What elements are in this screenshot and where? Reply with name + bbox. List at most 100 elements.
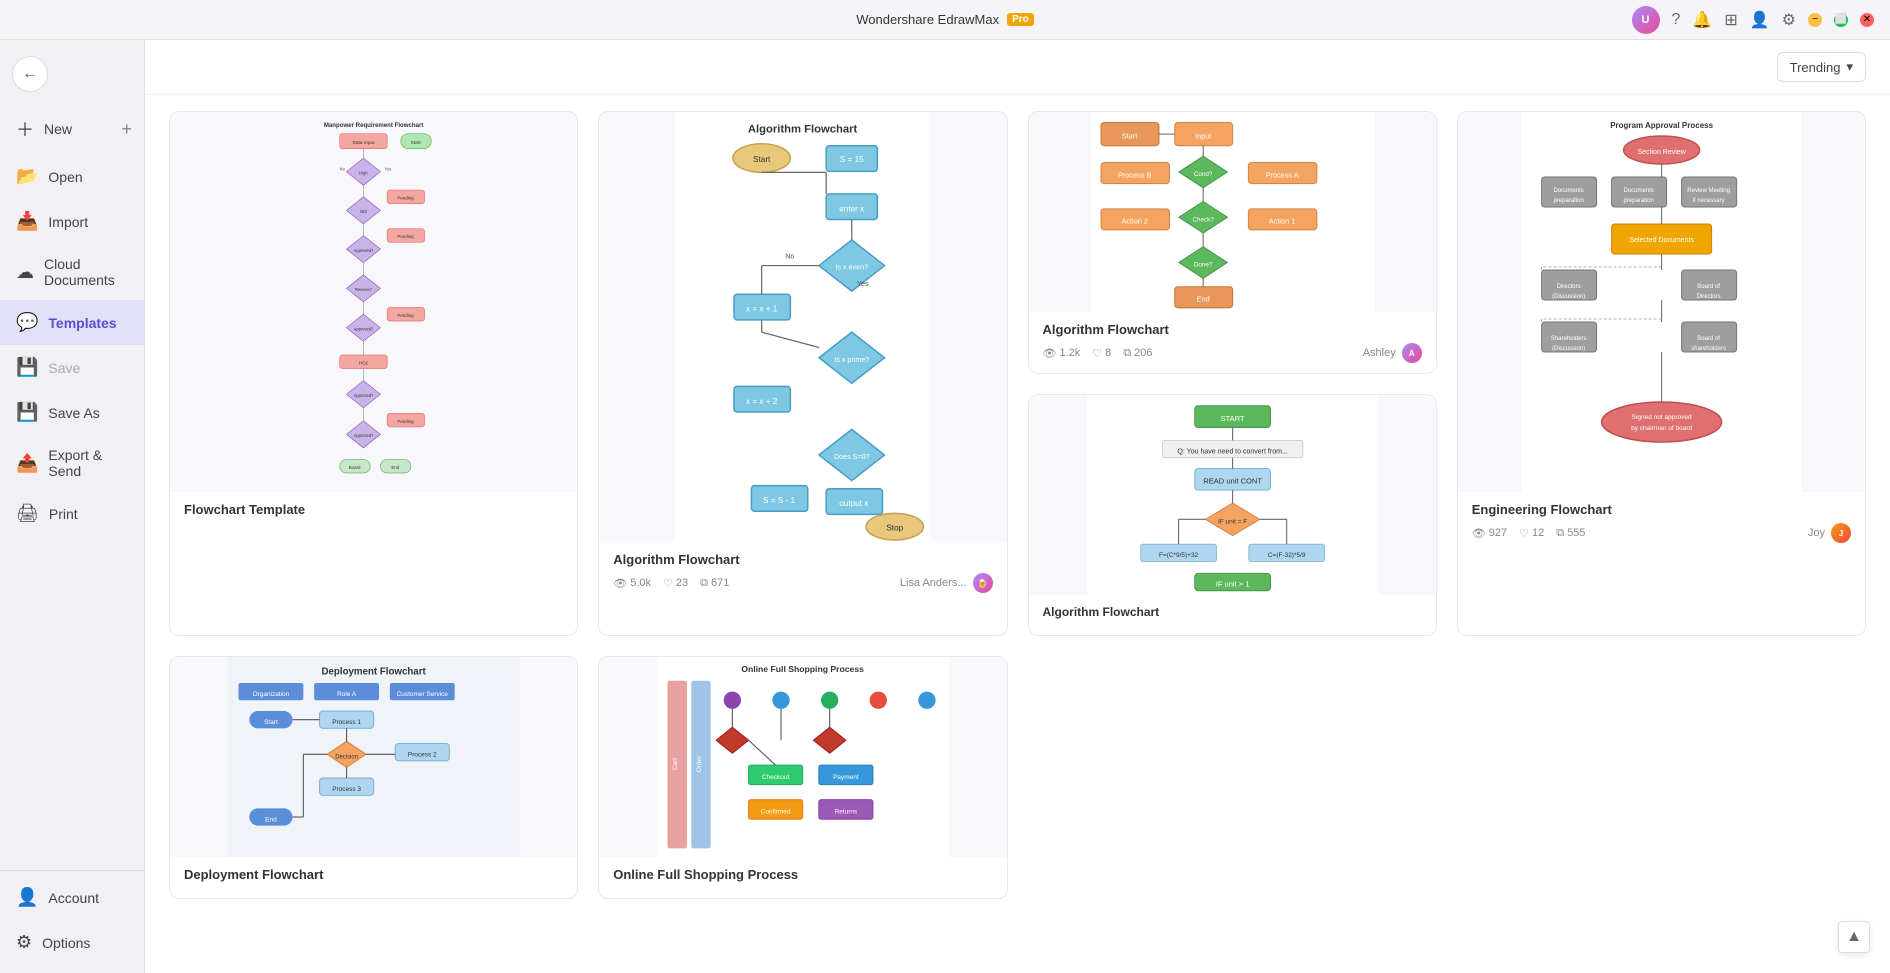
template-card-engineering[interactable]: Program Approval Process Section Review … <box>1457 111 1866 636</box>
svg-text:Process A: Process A <box>1265 170 1298 179</box>
template-card-img-engineering: Program Approval Process Section Review … <box>1458 112 1865 492</box>
sidebar-item-saveas[interactable]: 💾 Save As <box>0 390 144 435</box>
app-title: Wondershare EdrawMax Pro <box>856 12 1034 27</box>
close-button[interactable]: ✕ <box>1860 13 1874 27</box>
sidebar-item-export[interactable]: 📤 Export & Send <box>0 435 144 491</box>
back-button[interactable]: ← <box>12 56 48 92</box>
share-icon[interactable]: 👤 <box>1750 10 1770 30</box>
views-value-2: 1.2k <box>1059 347 1080 359</box>
author-name-3: Joy <box>1808 527 1825 539</box>
template-card-title-shopping: Online Full Shopping Process <box>613 867 992 882</box>
template-card-algo2[interactable]: Start Input Cond? Process A Process B Ch… <box>1028 111 1437 374</box>
svg-text:Approved?: Approved? <box>354 248 374 253</box>
sidebar-item-new[interactable]: ＋ New + <box>0 104 144 154</box>
template-card-img-deployment: Deployment Flowchart Organization Role A… <box>170 657 577 857</box>
svg-text:No: No <box>340 166 346 171</box>
svg-text:Board of: Board of <box>1697 284 1720 290</box>
minimize-button[interactable]: − <box>1808 13 1822 27</box>
template-card-info-deployment: Deployment Flowchart <box>170 857 577 898</box>
svg-text:Pending: Pending <box>397 196 414 201</box>
svg-text:Q: You have need to convert fr: Q: You have need to convert from... <box>1177 448 1287 455</box>
svg-text:Mid: Mid <box>360 209 367 214</box>
views-value-3: 927 <box>1489 527 1507 539</box>
svg-text:START: START <box>1220 414 1244 423</box>
author-avatar-2: A <box>1402 343 1422 363</box>
svg-text:Confirmed: Confirmed <box>761 809 791 816</box>
copies-meta-2: ⧉ 206 <box>1123 347 1152 360</box>
cloud-icon: ☁ <box>16 262 34 283</box>
template-card-deployment[interactable]: Deployment Flowchart Organization Role A… <box>169 656 578 899</box>
author-name: Lisa Anders... <box>900 577 967 589</box>
likes-value-2: 8 <box>1105 347 1111 359</box>
eye-icon: 👁 <box>613 577 627 590</box>
template-card-algorithm[interactable]: Algorithm Flowchart Start S = 15 enter x… <box>598 111 1007 636</box>
svg-text:Directors: Directors <box>1556 284 1580 290</box>
template-grid: Manpower Requirement Flowchart Data Inpu… <box>145 95 1890 973</box>
svg-text:Start: Start <box>264 719 278 726</box>
svg-text:READ unit CONT: READ unit CONT <box>1203 477 1262 486</box>
sidebar-item-account-label: Account <box>48 890 99 906</box>
svg-text:enter x: enter x <box>840 204 865 213</box>
svg-text:Checkout: Checkout <box>762 774 790 781</box>
sort-dropdown[interactable]: Trending ▾ <box>1777 52 1866 82</box>
svg-text:S = S - 1: S = S - 1 <box>763 496 796 505</box>
svg-text:x = x + 2: x = x + 2 <box>746 397 778 406</box>
content-toolbar: Trending ▾ <box>145 40 1890 95</box>
saveas-icon: 💾 <box>16 402 38 423</box>
svg-text:Yes: Yes <box>857 280 869 288</box>
svg-text:Approved?: Approved? <box>354 433 374 438</box>
sidebar-item-saveas-label: Save As <box>48 405 99 421</box>
svg-text:IF unit = F: IF unit = F <box>1217 519 1246 526</box>
copy-icon: ⧉ <box>700 577 708 590</box>
community-icon[interactable]: ⊞ <box>1724 10 1737 30</box>
svg-text:Action 2: Action 2 <box>1121 217 1148 226</box>
sidebar-item-import[interactable]: 📥 Import <box>0 199 144 244</box>
svg-text:End: End <box>391 465 399 470</box>
sidebar-item-cloud[interactable]: ☁ Cloud Documents <box>0 244 144 300</box>
sidebar-item-templates[interactable]: 💬 Templates <box>0 300 144 345</box>
svg-text:No: No <box>785 252 794 260</box>
template-card-process[interactable]: START Q: You have need to convert from..… <box>1028 394 1437 636</box>
title-bar: Wondershare EdrawMax Pro U ? 🔔 ⊞ 👤 ⚙ − ⬜… <box>0 0 1890 40</box>
sidebar-item-options-label: Options <box>42 935 90 951</box>
scroll-top-button[interactable]: ▲ <box>1838 921 1870 953</box>
svg-text:Documents: Documents <box>1623 188 1653 194</box>
likes-meta-3: ♡ 12 <box>1519 527 1544 540</box>
svg-text:Process 1: Process 1 <box>332 719 361 726</box>
options-icon: ⚙ <box>16 932 32 953</box>
svg-text:Pending: Pending <box>397 313 414 318</box>
svg-text:shareholders: shareholders <box>1691 346 1726 352</box>
heart-icon-2: ♡ <box>1092 347 1102 360</box>
svg-text:Review Meeting: Review Meeting <box>1687 188 1730 194</box>
notification-icon[interactable]: 🔔 <box>1692 10 1712 30</box>
new-plus-icon: + <box>121 119 132 140</box>
svg-text:High: High <box>359 170 367 175</box>
sidebar-item-open[interactable]: 📂 Open <box>0 154 144 199</box>
maximize-button[interactable]: ⬜ <box>1834 13 1848 27</box>
sidebar-item-account[interactable]: 👤 Account <box>0 875 144 920</box>
template-card-img-shopping: Online Full Shopping Process Cart Order <box>599 657 1006 857</box>
template-card-shopping[interactable]: Online Full Shopping Process Cart Order <box>598 656 1007 899</box>
sidebar-item-options[interactable]: ⚙ Options <box>0 920 144 965</box>
content-area: Trending ▾ Manpower Requirement Flowchar… <box>145 40 1890 973</box>
template-card-info-algo2: Algorithm Flowchart 👁 1.2k ♡ 8 ⧉ 206 <box>1029 312 1436 373</box>
svg-text:Returns: Returns <box>835 809 858 816</box>
help-icon[interactable]: ? <box>1672 11 1681 29</box>
user-avatar[interactable]: U <box>1632 6 1660 34</box>
new-icon: ＋ <box>16 116 34 142</box>
svg-text:(Discussion): (Discussion) <box>1552 346 1585 352</box>
template-card-flowchart[interactable]: Manpower Requirement Flowchart Data Inpu… <box>169 111 578 636</box>
svg-text:Does S=0?: Does S=0? <box>834 453 870 461</box>
heart-icon-3: ♡ <box>1519 527 1529 540</box>
template-card-img-flowchart: Manpower Requirement Flowchart Data Inpu… <box>170 112 577 492</box>
svg-text:Documents: Documents <box>1553 188 1583 194</box>
sidebar-item-print[interactable]: 🖨 Print <box>0 491 144 536</box>
settings-icon[interactable]: ⚙ <box>1782 10 1796 30</box>
svg-text:output x: output x <box>839 499 868 508</box>
svg-text:Yes: Yes <box>384 166 391 171</box>
template-card-info-process: Algorithm Flowchart <box>1029 595 1436 635</box>
sort-label: Trending <box>1790 60 1841 75</box>
eye-icon-2: 👁 <box>1043 347 1057 360</box>
svg-text:C=(F-32)*5/9: C=(F-32)*5/9 <box>1267 552 1305 559</box>
svg-text:S = 15: S = 15 <box>840 155 864 164</box>
